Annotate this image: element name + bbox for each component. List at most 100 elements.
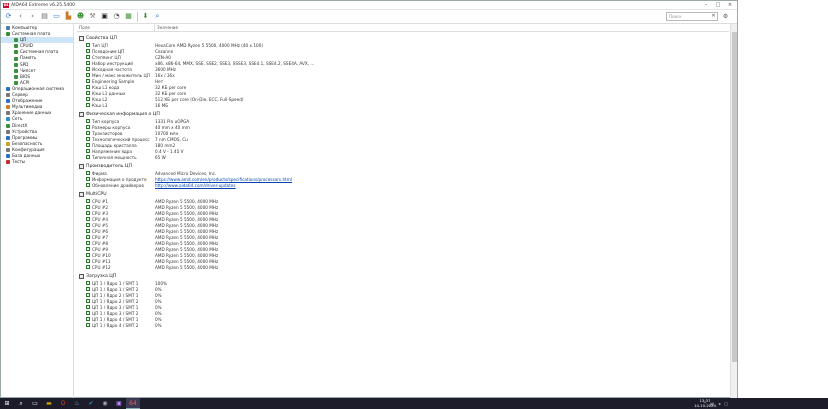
report-icon[interactable]: ▤ [39, 11, 50, 22]
value-cell: 0% [155, 304, 162, 310]
field-label: ЦП 1 / Ядро 2 / SMT 2 [92, 298, 139, 304]
field-label: ЦП 1 / Ядро 3 / SMT 2 [92, 310, 139, 316]
value-cell: 0% [155, 286, 162, 292]
value-cell: 40 mm x 40 mm [155, 124, 190, 130]
field-icon [86, 79, 90, 83]
close-button[interactable]: × [725, 1, 735, 10]
computer-icon[interactable]: ▭ [51, 11, 62, 22]
value-cell: 32 КБ per core [155, 84, 187, 90]
tree-node-icon [14, 50, 18, 55]
field-cell: Информация о продукте [79, 177, 155, 182]
steam-icon[interactable]: ♨ [70, 398, 84, 409]
tree-node-icon [6, 154, 10, 159]
info-section: Физическая информация о ЦП Тип корпуса 133… [79, 111, 729, 160]
field-icon [86, 131, 90, 135]
scrollbar-thumb[interactable] [732, 32, 737, 362]
menu-icon[interactable]: ⚙ [721, 12, 730, 21]
column-value[interactable]: Значение [155, 25, 178, 30]
language-icon[interactable]: ▢ [724, 401, 728, 406]
value-cell: 0% [155, 292, 162, 298]
field-label: Набор инструкций [92, 60, 134, 66]
field-cell: Технологический процесс [79, 137, 155, 142]
field-icon [86, 61, 90, 65]
field-icon [86, 199, 90, 203]
monitor-icon[interactable]: ▦ [123, 11, 134, 22]
field-icon [86, 137, 90, 141]
back-icon[interactable]: ‹ [15, 11, 26, 22]
section-icon [79, 112, 84, 117]
table-row[interactable]: CPU #12 AMD Ryzen 5 5500, 4000 MHz [79, 264, 729, 270]
opera-icon[interactable]: O [56, 398, 70, 409]
clear-search-icon[interactable]: ✕ [709, 12, 718, 21]
field-cell: CPU #11 [79, 259, 155, 264]
section-header: Загрузка ЦП [79, 273, 729, 280]
tree-node-icon [6, 26, 10, 31]
table-row[interactable]: Обновление драйверов http://www.aida64.co… [79, 182, 729, 188]
value-cell: AMD Ryzen 5 5500, 4000 MHz [155, 264, 219, 270]
info-section: Производитель ЦП Фирма Advanced Micro Devi… [79, 163, 729, 188]
task-view-icon[interactable]: ▭ [28, 398, 42, 409]
section-title: Производитель ЦП [86, 164, 132, 169]
field-icon [86, 217, 90, 221]
value-link[interactable]: https://www.amd.com/en/products/specific… [155, 177, 292, 182]
tree-node-icon [6, 117, 10, 122]
field-cell: Кэш L2 [79, 97, 155, 102]
user-icon[interactable]: ☻ [75, 11, 86, 22]
app-icon-gray[interactable]: ◉ [98, 398, 112, 409]
table-row[interactable]: ЦП 1 / Ядро 4 / SMT 2 0% [79, 322, 729, 328]
field-label: ЦП 1 / Ядро 1 / SMT 1 [92, 280, 139, 286]
download-icon[interactable]: ⬇ [140, 11, 151, 22]
value-cell: Cezanne [155, 48, 174, 54]
field-cell: CPU #9 [79, 247, 155, 252]
tree-node-icon [6, 86, 10, 91]
file-explorer-icon[interactable]: ▬ [42, 398, 56, 409]
forward-icon[interactable]: › [27, 11, 38, 22]
sidebar-item[interactable]: › Тесты [1, 159, 73, 165]
value-cell: AMD Ryzen 5 5500, 4000 MHz [155, 222, 219, 228]
value-cell: 65 W [155, 154, 166, 160]
wrench-icon[interactable]: ⚒ [87, 11, 98, 22]
tree-node-icon [6, 111, 10, 116]
search-icon[interactable]: ⌕ [152, 11, 163, 22]
clock[interactable]: 13:37 14.10.2024 [690, 398, 720, 408]
tree-node-icon [6, 129, 10, 134]
field-label: CPU #2 [92, 204, 109, 210]
field-cell: ЦП 1 / Ядро 4 / SMT 1 [79, 317, 155, 322]
field-cell: ЦП 1 / Ядро 1 / SMT 2 [79, 287, 155, 292]
speedometer-icon[interactable]: ◔ [111, 11, 122, 22]
tree-node-icon [6, 147, 10, 152]
chart-icon[interactable]: ▙ [63, 11, 74, 22]
aida64-taskbar-icon[interactable]: 64 [126, 398, 140, 409]
field-cell: CPU #3 [79, 211, 155, 216]
field-cell: Обновление драйверов [79, 183, 155, 188]
field-icon [86, 229, 90, 233]
field-label: CPU #11 [92, 258, 111, 264]
table-row[interactable]: Типичная мощность 65 W [79, 154, 729, 160]
title-bar: 64 AIDA64 Extreme v6.25.5400 – □ × [1, 1, 737, 10]
field-icon [86, 143, 90, 147]
taskbar-search-icon[interactable]: ⌕ [14, 398, 28, 409]
vertical-scrollbar[interactable] [730, 24, 737, 399]
field-label: Мин / макс множитель ЦП [92, 72, 150, 78]
start-icon[interactable]: ⊞ [0, 398, 14, 409]
field-label: ЦП 1 / Ядро 2 / SMT 1 [92, 292, 139, 298]
value-link[interactable]: http://www.aida64.com/driver-updates [155, 183, 236, 188]
tree-node-icon [6, 99, 10, 104]
field-icon [86, 211, 90, 215]
value-cell: AMD Ryzen 5 5500, 4000 MHz [155, 228, 219, 234]
column-field[interactable]: Поле [77, 24, 155, 31]
field-icon [86, 97, 90, 101]
refresh-icon[interactable]: ⟳ [3, 11, 14, 22]
field-icon [86, 49, 90, 53]
table-row[interactable]: Кэш L3 16 МБ [79, 102, 729, 108]
maximize-button[interactable]: □ [713, 1, 723, 10]
field-label: Степпинг ЦП [92, 54, 121, 60]
tree-node-icon [14, 68, 18, 73]
field-cell: CPU #12 [79, 265, 155, 270]
minimize-button[interactable]: – [701, 1, 711, 10]
app-icon-blue[interactable]: ✔ [84, 398, 98, 409]
app-icon-purple[interactable]: ▣ [112, 398, 126, 409]
section-icon [79, 164, 84, 169]
gpu-icon[interactable]: ▣ [99, 11, 110, 22]
field-label: Тип ЦП [92, 42, 108, 48]
